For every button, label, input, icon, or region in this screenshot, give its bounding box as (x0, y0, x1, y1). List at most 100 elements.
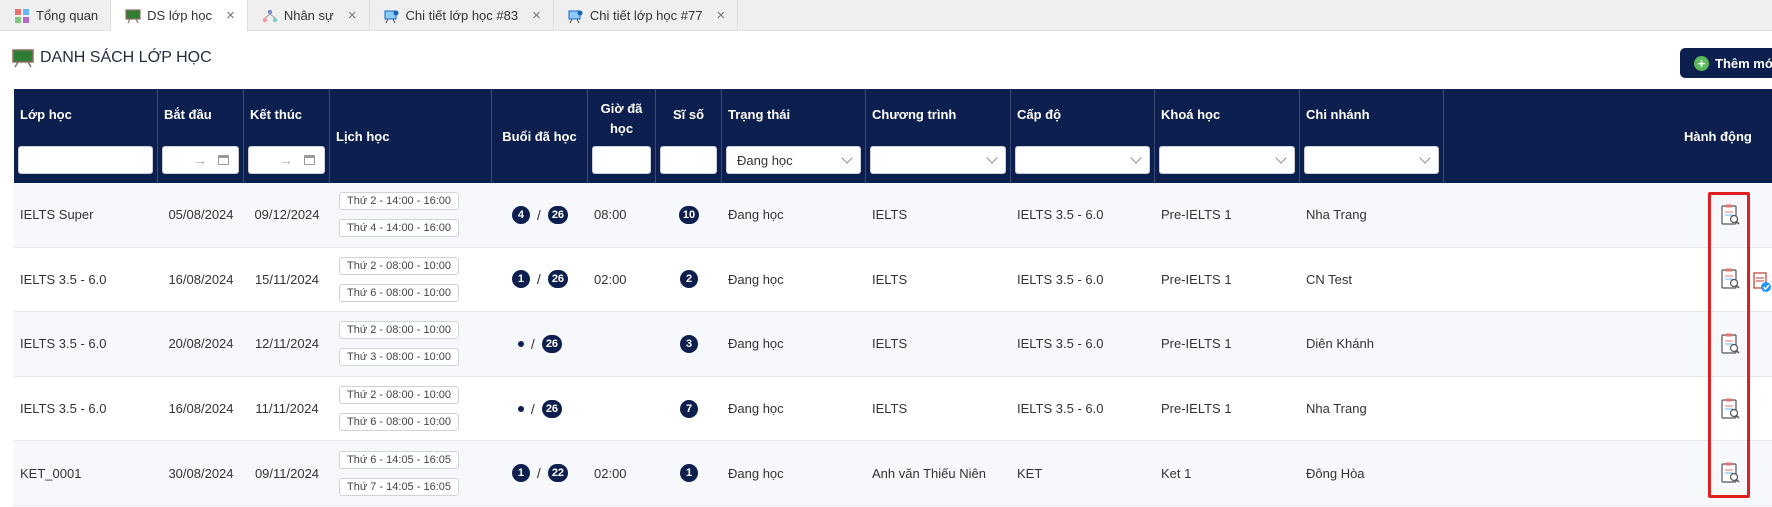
filter-chi-nhanh-select[interactable] (1304, 146, 1439, 174)
cell-class-size: 1 (656, 441, 722, 505)
close-icon[interactable]: × (532, 8, 541, 23)
cell-branch: Nha Trang (1306, 401, 1367, 417)
column-header: Sĩ số (672, 107, 705, 122)
filter-lop-hoc-input[interactable] (18, 146, 153, 174)
filter-khoa-hoc-select[interactable] (1159, 146, 1295, 174)
cell-course: Pre-IELTS 1 (1161, 401, 1232, 417)
tab-chi-tiet-lop-hoc-83[interactable]: Chi tiết lớp học #83 × (370, 0, 554, 31)
cell-branch: Đông Hòa (1306, 465, 1365, 481)
table-row[interactable]: IELTS Super 05/08/2024 09/12/2024 Thứ 2 … (14, 183, 1772, 248)
filter-si-so-input[interactable] (660, 146, 717, 174)
col-cap-do: Cấp độ (1011, 89, 1155, 183)
cell-schedule: Thứ 2 - 08:00 - 10:00 Thứ 6 - 08:00 - 10… (330, 377, 492, 441)
calendar-icon (304, 155, 315, 165)
separator: / (536, 465, 541, 482)
class-detail-icon (568, 10, 583, 23)
column-header: Lịch học (336, 129, 390, 144)
close-icon[interactable]: × (226, 8, 235, 23)
table-row[interactable]: IELTS 3.5 - 6.0 20/08/2024 12/11/2024 Th… (14, 312, 1772, 377)
sessions-total-badge: 26 (547, 205, 569, 224)
chevron-down-icon (986, 152, 998, 164)
schedule-chip: Thứ 4 - 14:00 - 16:00 (339, 219, 459, 238)
close-icon[interactable]: × (348, 8, 357, 23)
arrow-right-icon: → (279, 152, 293, 168)
cell-end-date: 12/11/2024 (254, 336, 320, 352)
page-title: DANH SÁCH LỚP HỌC (12, 48, 212, 68)
schedule-chip: Thứ 6 - 14:05 - 16:05 (339, 450, 459, 469)
tab-chi-tiet-lop-hoc-77[interactable]: Chi tiết lớp học #77 × (554, 0, 739, 31)
add-new-button[interactable]: + Thêm mới (1680, 48, 1772, 78)
class-size-badge: 7 (680, 399, 698, 418)
class-size-badge: 2 (680, 270, 698, 289)
schedule-chip: Thứ 2 - 08:00 - 10:00 (339, 386, 459, 405)
cell-start-date: 20/08/2024 (168, 336, 234, 352)
column-header: Hành động (1684, 129, 1752, 144)
tab-tong-quan[interactable]: Tổng quan (0, 0, 112, 31)
cell-course: Ket 1 (1161, 465, 1192, 481)
select-value: Đang học (737, 153, 793, 168)
column-header: Giờ đã học (588, 99, 655, 139)
sessions-total-badge: 22 (547, 464, 569, 483)
chevron-down-icon (841, 152, 853, 164)
filter-ket-thuc-date[interactable]: → (248, 146, 325, 174)
cell-start-date: 30/08/2024 (168, 465, 234, 481)
cell-class-name[interactable]: IELTS 3.5 - 6.0 (14, 377, 158, 441)
column-header: Bắt đầu (164, 107, 212, 122)
column-header: Kết thúc (250, 107, 302, 122)
cell-class-name[interactable]: KET_0001 (14, 441, 158, 505)
filter-bat-dau-date[interactable]: → (162, 146, 239, 174)
sessions-total-badge: 26 (541, 334, 563, 353)
cell-sessions: 1 / 22 (492, 441, 588, 505)
calendar-icon (218, 155, 229, 165)
cell-level: IELTS 3.5 - 6.0 (1017, 336, 1104, 352)
table-row[interactable]: IELTS 3.5 - 6.0 16/08/2024 15/11/2024 Th… (14, 248, 1772, 313)
cell-program: Anh văn Thiếu Niên (872, 465, 986, 481)
table-header: Lớp học Bắt đầu → Kết thúc → Lịch học Bu… (14, 89, 1772, 183)
filter-cap-do-select[interactable] (1015, 146, 1150, 174)
tab-nhan-su[interactable]: Nhân sự × (248, 0, 370, 31)
table-row[interactable]: IELTS 3.5 - 6.0 16/08/2024 11/11/2024 Th… (14, 377, 1772, 442)
col-chuong-trinh: Chương trình (866, 89, 1011, 183)
chevron-down-icon (1130, 152, 1142, 164)
close-icon[interactable]: × (716, 8, 725, 23)
schedule-chip: Thứ 3 - 08:00 - 10:00 (339, 348, 459, 367)
column-header: Buổi đã học (502, 129, 577, 144)
cell-level: IELTS 3.5 - 6.0 (1017, 271, 1104, 287)
schedule-chip: Thứ 2 - 08:00 - 10:00 (339, 321, 459, 340)
tab-ds-lop-hoc[interactable]: DS lớp học × (111, 0, 248, 31)
table-row[interactable]: KET_0001 30/08/2024 09/11/2024 Thứ 6 - 1… (14, 441, 1772, 506)
cell-status: Đang học (728, 465, 784, 481)
filter-gio-da-hoc-input[interactable] (592, 146, 651, 174)
column-header: Chi nhánh (1306, 107, 1370, 122)
table-body: IELTS Super 05/08/2024 09/12/2024 Thứ 2 … (14, 183, 1772, 506)
cell-status: Đang học (728, 336, 784, 352)
separator: / (530, 400, 535, 417)
classroom-board-icon (12, 49, 34, 68)
schedule-chip: Thứ 2 - 14:00 - 16:00 (339, 192, 459, 211)
separator: / (536, 271, 541, 288)
chevron-down-icon (1275, 152, 1287, 164)
cell-status: Đang học (728, 271, 784, 287)
col-lop-hoc: Lớp học (14, 89, 158, 183)
cell-class-name[interactable]: IELTS 3.5 - 6.0 (14, 248, 158, 312)
cell-end-date: 09/12/2024 (254, 207, 320, 223)
attendance-check-icon[interactable] (1752, 270, 1772, 294)
cell-class-name[interactable]: IELTS Super (14, 183, 158, 247)
cell-sessions: 1 / 26 (492, 248, 588, 312)
cell-schedule: Thứ 2 - 14:00 - 16:00 Thứ 4 - 14:00 - 16… (330, 183, 492, 247)
filter-chuong-trinh-select[interactable] (870, 146, 1006, 174)
tab-label: Tổng quan (36, 8, 99, 23)
column-header-line: Giờ đã (600, 101, 643, 116)
col-hanh-dong: Hành động (1444, 89, 1772, 183)
filter-trang-thai-select[interactable]: Đang học (726, 146, 861, 174)
col-khoa-hoc: Khoá học (1155, 89, 1300, 183)
cell-course: Pre-IELTS 1 (1161, 271, 1232, 287)
cell-class-name[interactable]: IELTS 3.5 - 6.0 (14, 312, 158, 376)
cell-start-date: 05/08/2024 (168, 207, 234, 223)
cell-sessions: / 26 (492, 312, 588, 376)
cell-branch: Nha Trang (1306, 207, 1367, 223)
cell-hours: 08:00 (594, 207, 627, 223)
sessions-done-badge: 1 (511, 270, 530, 289)
cell-end-date: 11/11/2024 (255, 401, 319, 417)
cell-hours: 02:00 (594, 465, 627, 481)
